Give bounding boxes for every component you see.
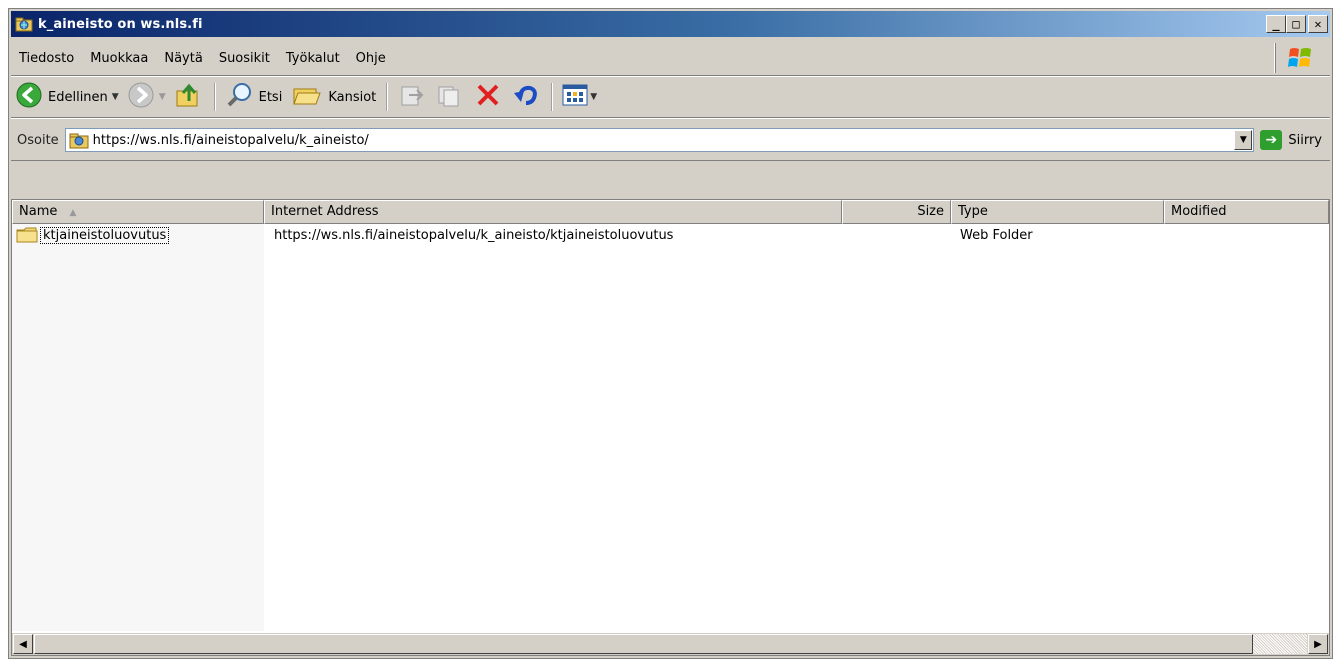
back-dropdown-icon[interactable]: ▼ [112, 92, 119, 102]
column-header-modified[interactable]: Modified [1164, 200, 1329, 224]
address-dropdown-button[interactable]: ▼ [1234, 130, 1253, 150]
copy-to-icon [435, 81, 465, 113]
undo-icon [511, 81, 541, 113]
back-button[interactable]: Edellinen ▼ [11, 80, 123, 114]
file-list[interactable]: Name ▲ Internet Address Size Type Modifi… [11, 199, 1330, 656]
search-button[interactable]: Etsi [221, 80, 287, 114]
address-input[interactable]: https://ws.nls.fi/aineistopalvelu/k_aine… [64, 128, 1255, 152]
column-type-label: Type [958, 204, 988, 219]
copy-to-button[interactable] [431, 80, 469, 114]
list-item[interactable]: ktjaineistoluovutus https://ws.nls.fi/ai… [12, 226, 1329, 246]
forward-arrow-icon [127, 81, 155, 113]
go-label: Siirry [1288, 132, 1322, 148]
explorer-window: k_aineisto on ws.nls.fi _ □ ✕ Tiedosto M… [8, 8, 1333, 659]
column-header-type[interactable]: Type [951, 200, 1164, 224]
up-folder-icon [174, 81, 204, 113]
web-folder-icon [15, 16, 33, 32]
column-name-label: Name [19, 204, 58, 219]
toolbar-separator [213, 83, 215, 111]
folders-icon [290, 81, 324, 113]
column-header-internet-address[interactable]: Internet Address [264, 200, 842, 224]
folders-label: Kansiot [328, 89, 377, 105]
address-value: https://ws.nls.fi/aineistopalvelu/k_aine… [92, 132, 369, 148]
maximize-icon: □ [1292, 17, 1300, 31]
chevron-down-icon: ▼ [1239, 135, 1247, 145]
menu-file[interactable]: Tiedosto [11, 51, 82, 66]
maximize-button[interactable]: □ [1286, 15, 1306, 33]
toolbar-separator [386, 83, 388, 111]
sort-ascending-icon: ▲ [69, 208, 77, 218]
column-modified-label: Modified [1171, 204, 1227, 219]
minimize-button[interactable]: _ [1266, 15, 1286, 33]
address-bar: Osoite https://ws.nls.fi/aineistopalvelu… [11, 120, 1330, 161]
address-label: Osoite [17, 132, 59, 148]
menu-favorites[interactable]: Suosikit [211, 51, 278, 66]
back-label: Edellinen [48, 89, 108, 105]
scroll-left-button[interactable]: ◀ [13, 634, 33, 654]
column-size-label: Size [917, 204, 944, 219]
column-headers: Name ▲ Internet Address Size Type Modifi… [12, 200, 1329, 224]
folder-icon [16, 226, 38, 244]
delete-icon [473, 81, 503, 113]
menu-bar: Tiedosto Muokkaa Näytä Suosikit Työkalut… [11, 41, 1330, 76]
forward-button[interactable]: ▼ [123, 80, 170, 114]
menu-view[interactable]: Näytä [156, 51, 210, 66]
search-label: Etsi [258, 89, 283, 105]
arrow-left-icon: ◀ [19, 638, 27, 650]
windows-logo-icon [1275, 43, 1324, 73]
list-item-name[interactable]: ktjaineistoluovutus [16, 226, 170, 244]
window-title: k_aineisto on ws.nls.fi [38, 16, 203, 32]
minimize-icon: _ [1272, 17, 1280, 31]
delete-button[interactable] [469, 80, 507, 114]
go-button[interactable]: ➔ Siirry [1254, 130, 1330, 150]
folders-button[interactable]: Kansiot [286, 80, 380, 114]
column-header-name[interactable]: Name ▲ [12, 200, 264, 224]
list-item-type: Web Folder [960, 228, 1033, 243]
folder-name: ktjaineistoluovutus [40, 226, 170, 244]
forward-dropdown-icon[interactable]: ▼ [159, 92, 166, 102]
menu-tools[interactable]: Työkalut [278, 51, 348, 66]
go-arrow-icon: ➔ [1260, 130, 1283, 150]
views-button[interactable]: ▼ [558, 80, 601, 114]
list-item-internet-address: https://ws.nls.fi/aineistopalvelu/k_aine… [274, 228, 674, 243]
views-dropdown-icon[interactable]: ▼ [590, 92, 597, 102]
search-icon [225, 81, 255, 113]
menu-edit[interactable]: Muokkaa [82, 51, 156, 66]
arrow-right-icon: ▶ [1314, 638, 1322, 650]
menu-help[interactable]: Ohje [348, 51, 394, 66]
close-button[interactable]: ✕ [1308, 15, 1328, 33]
up-folder-button[interactable] [170, 80, 208, 114]
move-to-icon [397, 81, 427, 113]
column-header-size[interactable]: Size [842, 200, 951, 224]
views-icon [562, 84, 588, 110]
move-to-button[interactable] [393, 80, 431, 114]
title-bar[interactable]: k_aineisto on ws.nls.fi _ □ ✕ [11, 11, 1330, 37]
toolbar: Edellinen ▼ ▼ Etsi Kansiot ▼ [11, 77, 1330, 118]
column-address-label: Internet Address [271, 204, 379, 219]
scroll-thumb[interactable] [34, 634, 1253, 654]
web-folder-icon [69, 131, 89, 149]
close-icon: ✕ [1314, 17, 1322, 31]
sorted-column-shading [12, 224, 264, 631]
toolbar-separator [551, 83, 553, 111]
undo-button[interactable] [507, 80, 545, 114]
horizontal-scrollbar[interactable]: ◀ ▶ [12, 632, 1329, 655]
scroll-track[interactable] [1253, 634, 1307, 654]
back-arrow-icon [15, 81, 43, 113]
scroll-right-button[interactable]: ▶ [1308, 634, 1328, 654]
